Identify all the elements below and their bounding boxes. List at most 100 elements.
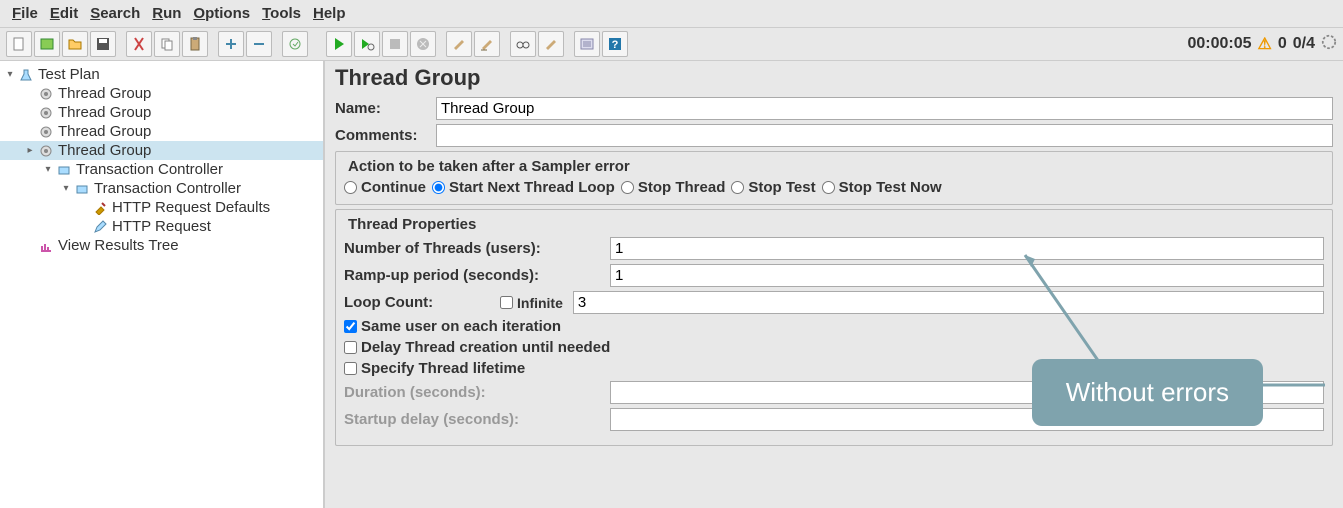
status-bar: 00:00:05 ⚠ 0 0/4 — [1187, 34, 1337, 55]
shutdown-icon — [415, 36, 431, 52]
tree-item-label: View Results Tree — [58, 237, 179, 254]
warning-icon: ⚠ — [1258, 34, 1272, 54]
infinite-check-label[interactable]: Infinite — [500, 295, 563, 311]
tree-item[interactable]: HTTP Request — [0, 217, 323, 236]
tree-item[interactable]: ▾Transaction Controller — [0, 160, 323, 179]
menu-search[interactable]: Search — [86, 3, 144, 24]
chart-icon — [38, 238, 54, 254]
annotation-text: Without errors — [1066, 377, 1229, 407]
file-icon — [11, 36, 27, 52]
save-icon — [95, 36, 111, 52]
broom2-icon — [543, 36, 559, 52]
tree-toggle-icon[interactable]: ▾ — [60, 183, 72, 194]
same-user-checkbox[interactable] — [344, 320, 357, 333]
tree-toggle-icon[interactable]: ▾ — [4, 69, 16, 80]
thread-props-title: Thread Properties — [344, 216, 480, 233]
menu-file[interactable]: File — [8, 3, 42, 24]
action-start-next[interactable]: Start Next Thread Loop — [432, 179, 615, 196]
tree-item-label: Thread Group — [58, 104, 151, 121]
tree-item[interactable]: HTTP Request Defaults — [0, 198, 323, 217]
save-button[interactable] — [90, 31, 116, 57]
num-threads-label: Number of Threads (users): — [344, 240, 604, 257]
tree-item[interactable]: Thread Group — [0, 103, 323, 122]
menu-run[interactable]: Run — [148, 3, 185, 24]
list-icon — [579, 36, 595, 52]
tree-item[interactable]: Thread Group — [0, 84, 323, 103]
gear-icon — [38, 124, 54, 140]
cut-button[interactable] — [126, 31, 152, 57]
play-icon — [331, 36, 347, 52]
start-button[interactable] — [326, 31, 352, 57]
tree-item[interactable]: Thread Group — [0, 122, 323, 141]
tree-item[interactable]: ▸ Thread Group — [0, 141, 323, 160]
action-start-next-radio[interactable] — [432, 181, 445, 194]
new-button[interactable] — [6, 31, 32, 57]
ramp-up-label: Ramp-up period (seconds): — [344, 267, 604, 284]
menu-edit[interactable]: Edit — [46, 3, 82, 24]
name-label: Name: — [335, 100, 430, 117]
open-button[interactable] — [62, 31, 88, 57]
test-plan-tree[interactable]: ▾ Test Plan Thread GroupThread GroupThre… — [0, 61, 325, 508]
clear-button[interactable] — [446, 31, 472, 57]
templates-icon — [39, 36, 55, 52]
gear-icon — [38, 143, 54, 159]
infinite-checkbox[interactable] — [500, 296, 513, 309]
action-stop-test-now[interactable]: Stop Test Now — [822, 179, 942, 196]
content-panel: Thread Group Name: Comments: Action to b… — [325, 61, 1343, 508]
startup-delay-label: Startup delay (seconds): — [344, 411, 604, 428]
help-icon: ? — [607, 36, 623, 52]
tree-item-label: HTTP Request Defaults — [112, 199, 270, 216]
toggle-button[interactable] — [282, 31, 308, 57]
paste-button[interactable] — [182, 31, 208, 57]
tree-item[interactable]: View Results Tree — [0, 236, 323, 255]
menu-options[interactable]: Options — [189, 3, 254, 24]
comments-label: Comments: — [335, 127, 430, 144]
panel-title: Thread Group — [335, 65, 1333, 91]
action-stop-test-now-radio[interactable] — [822, 181, 835, 194]
reset-search-button[interactable] — [538, 31, 564, 57]
help-button[interactable]: ? — [602, 31, 628, 57]
action-stop-test[interactable]: Stop Test — [731, 179, 815, 196]
action-continue[interactable]: Continue — [344, 179, 426, 196]
expand-button[interactable] — [218, 31, 244, 57]
tree-root[interactable]: ▾ Test Plan — [0, 65, 323, 84]
copy-button[interactable] — [154, 31, 180, 57]
minus-icon — [251, 36, 267, 52]
name-input[interactable] — [436, 97, 1333, 120]
pencil-icon — [92, 219, 108, 235]
comments-input[interactable] — [436, 124, 1333, 147]
action-continue-radio[interactable] — [344, 181, 357, 194]
scissors-icon — [131, 36, 147, 52]
tree-item-label: Thread Group — [58, 142, 151, 159]
action-stop-thread[interactable]: Stop Thread — [621, 179, 726, 196]
folder-icon — [67, 36, 83, 52]
templates-button[interactable] — [34, 31, 60, 57]
start-no-pause-button[interactable] — [354, 31, 380, 57]
broom-icon — [451, 36, 467, 52]
clear-all-button[interactable] — [474, 31, 500, 57]
duration-label: Duration (seconds): — [344, 384, 604, 401]
annotation-callout: Without errors — [1032, 359, 1263, 426]
tree-item[interactable]: ▾Transaction Controller — [0, 179, 323, 198]
stop-button[interactable] — [382, 31, 408, 57]
gear-icon — [38, 86, 54, 102]
copy-icon — [159, 36, 175, 52]
action-stop-thread-radio[interactable] — [621, 181, 634, 194]
tree-toggle-icon[interactable]: ▸ — [24, 145, 36, 156]
svg-text:?: ? — [612, 39, 619, 51]
function-helper-button[interactable] — [574, 31, 600, 57]
delay-creation-checkbox[interactable] — [344, 341, 357, 354]
specify-lifetime-checkbox[interactable] — [344, 362, 357, 375]
warn-count: 0 — [1278, 35, 1287, 53]
collapse-button[interactable] — [246, 31, 272, 57]
shutdown-button[interactable] — [410, 31, 436, 57]
flask-icon — [18, 67, 34, 83]
clipboard-icon — [187, 36, 203, 52]
search-tree-button[interactable] — [510, 31, 536, 57]
menu-help[interactable]: Help — [309, 3, 350, 24]
action-stop-test-radio[interactable] — [731, 181, 744, 194]
action-group-title: Action to be taken after a Sampler error — [344, 158, 634, 175]
menu-tools[interactable]: Tools — [258, 3, 305, 24]
plus-icon — [223, 36, 239, 52]
tree-toggle-icon[interactable]: ▾ — [42, 164, 54, 175]
